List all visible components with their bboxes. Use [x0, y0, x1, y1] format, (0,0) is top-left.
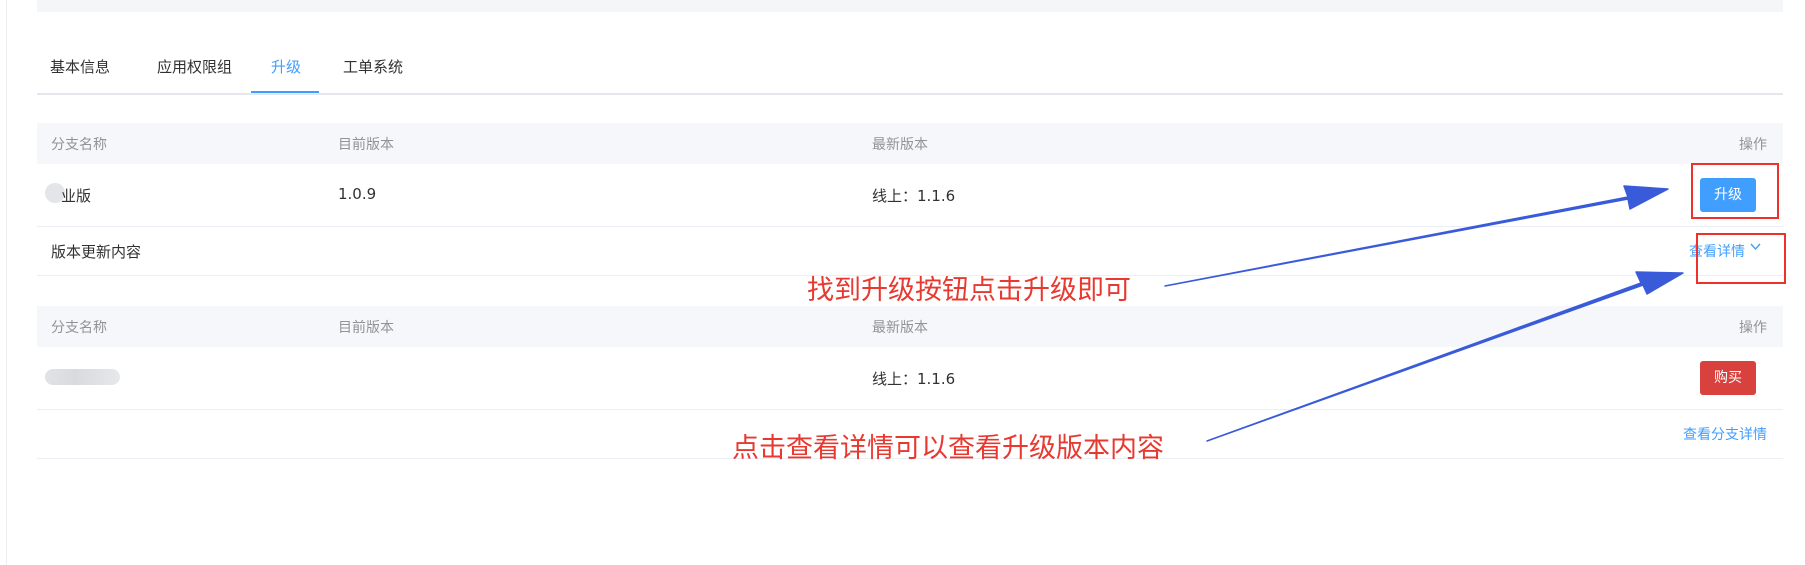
upgrade-hint-annotation: 找到升级按钮点击升级即可 — [807, 275, 1131, 306]
arrow-to-view-details-icon — [1206, 271, 1684, 442]
arrow-to-upgrade-icon — [1164, 185, 1669, 287]
details-hint-annotation: 点击查看详情可以查看升级版本内容 — [732, 433, 1164, 464]
